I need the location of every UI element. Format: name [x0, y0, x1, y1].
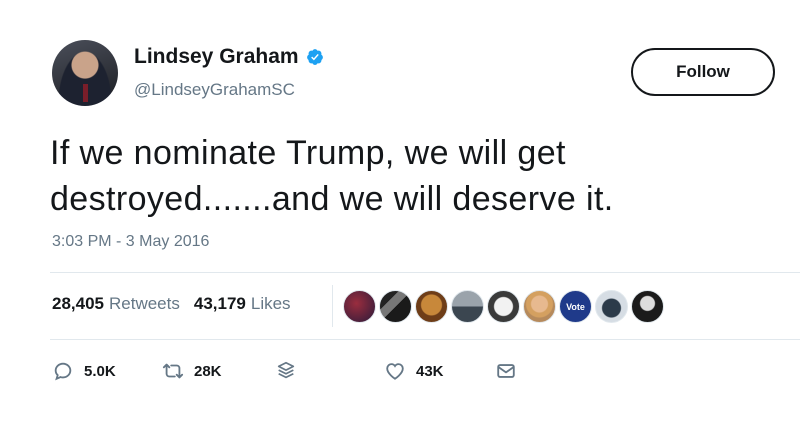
liker-avatar-4[interactable]: [451, 290, 484, 323]
tweet-stats: 28,405 Retweets 43,179 Likes: [52, 294, 305, 314]
reply-icon: [54, 362, 72, 381]
reply-action[interactable]: 5.0K: [52, 360, 116, 382]
heart-icon: [386, 363, 404, 380]
liker-avatar-5[interactable]: [487, 290, 520, 323]
tweet-text-line-2: destroyed.......and we will deserve it.: [50, 180, 614, 218]
retweet-count: 28K: [194, 362, 222, 380]
profile-avatar[interactable]: [52, 40, 118, 106]
liker-avatar-2[interactable]: [379, 290, 412, 323]
tweet-text: If we nominate Trump, we will get destro…: [50, 130, 770, 222]
like-count: 43K: [416, 362, 444, 380]
direct-message-action[interactable]: [495, 360, 517, 382]
reply-count: 5.0K: [84, 362, 116, 380]
stats-separator: [332, 285, 333, 327]
liker-avatar-3[interactable]: [415, 290, 448, 323]
liker-avatars: Vote: [343, 290, 667, 323]
avatar-tie: [83, 84, 88, 102]
likes-label[interactable]: Likes: [251, 294, 291, 314]
stack-action[interactable]: [275, 360, 297, 382]
envelope-icon: [497, 364, 515, 378]
verified-badge-icon: [306, 49, 323, 65]
follow-button[interactable]: Follow: [631, 48, 775, 96]
liker-avatar-9[interactable]: [631, 290, 664, 323]
retweet-icon: [162, 363, 184, 379]
liker-badge-text: Vote: [566, 301, 585, 312]
liker-avatar-8[interactable]: [595, 290, 628, 323]
author-handle[interactable]: @LindseyGrahamSC: [134, 80, 295, 100]
retweet-action[interactable]: 28K: [162, 360, 222, 382]
liker-avatar-1[interactable]: [343, 290, 376, 323]
author-name[interactable]: Lindsey Graham: [134, 45, 299, 69]
divider-top: [50, 272, 800, 273]
divider-bottom: [50, 339, 800, 340]
retweets-label[interactable]: Retweets: [109, 294, 180, 314]
stack-icon: [277, 361, 295, 379]
tweet-timestamp[interactable]: 3:03 PM - 3 May 2016: [52, 233, 209, 251]
like-action[interactable]: 43K: [384, 360, 444, 382]
likes-count[interactable]: 43,179: [194, 294, 246, 314]
tweet-text-line-1: If we nominate Trump, we will get: [50, 134, 566, 172]
author-row: Lindsey Graham: [134, 45, 324, 69]
retweets-count[interactable]: 28,405: [52, 294, 104, 314]
liker-avatar-6[interactable]: [523, 290, 556, 323]
liker-avatar-7[interactable]: Vote: [559, 290, 592, 323]
